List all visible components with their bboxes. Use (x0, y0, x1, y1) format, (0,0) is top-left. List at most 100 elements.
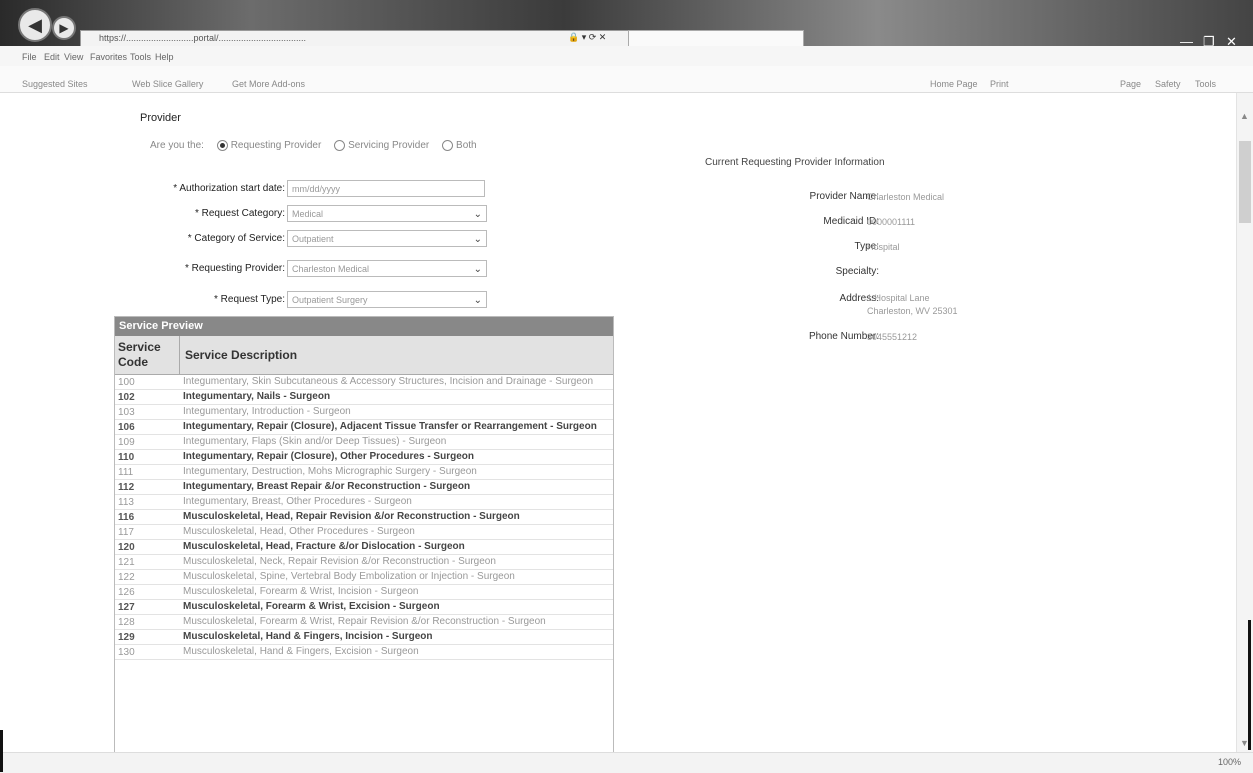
table-row[interactable]: 116 Musculoskeletal, Head, Repair Revisio… (115, 510, 613, 525)
zoom-level[interactable]: 100% (1218, 757, 1241, 767)
chevron-down-icon: ⌄ (473, 234, 482, 245)
category-of-service-value: Outpatient (292, 234, 334, 244)
request-category-label: * Request Category: (194, 208, 285, 219)
table-row[interactable]: 100 Integumentary, Skin Subcutaneous & Ac… (115, 375, 613, 390)
safety-menu[interactable]: Safety (1155, 79, 1181, 89)
favorite-link[interactable]: Web Slice Gallery (132, 79, 203, 89)
service-code-cell: 126 (118, 586, 135, 598)
service-code-cell: 121 (118, 556, 135, 568)
menu-favorites[interactable]: Favorites (90, 52, 127, 62)
radio-both[interactable] (442, 140, 454, 151)
scroll-up-icon[interactable]: ▲ (1240, 111, 1249, 121)
service-description-cell: Musculoskeletal, Forearm & Wrist, Repair… (183, 616, 546, 627)
service-description-cell: Musculoskeletal, Hand & Fingers, Incisio… (183, 631, 433, 642)
table-row[interactable]: 102 Integumentary, Nails - Surgeon (115, 390, 613, 405)
chevron-down-icon: ⌄ (473, 209, 482, 220)
service-description-cell: Integumentary, Skin Subcutaneous & Acces… (183, 376, 594, 387)
table-row[interactable]: 117 Musculoskeletal, Head, Other Procedur… (115, 525, 613, 540)
table-row[interactable]: 127 Musculoskeletal, Forearm & Wrist, Exc… (115, 600, 613, 615)
service-code-cell: 117 (118, 526, 134, 538)
radio-servicing-provider[interactable] (334, 140, 346, 151)
service-description-cell: Musculoskeletal, Forearm & Wrist, Incisi… (183, 586, 419, 597)
address-controls[interactable]: 🔒 ▾ ⟳ ✕ (568, 32, 606, 43)
table-row[interactable]: 126 Musculoskeletal, Forearm & Wrist, Inc… (115, 585, 613, 600)
service-description-cell: Musculoskeletal, Head, Repair Revision &… (183, 511, 520, 522)
menu-tools[interactable]: Tools (130, 52, 151, 62)
back-icon[interactable]: ◀ (18, 8, 52, 42)
table-row[interactable]: 103 Integumentary, Introduction - Surgeon (115, 405, 613, 420)
service-code-cell: 102 (118, 391, 135, 403)
table-row[interactable]: 121 Musculoskeletal, Neck, Repair Revisio… (115, 555, 613, 570)
start-date-input[interactable]: mm/dd/yyyy (287, 180, 485, 197)
favorite-link[interactable]: Suggested Sites (22, 79, 88, 89)
service-description-cell: Integumentary, Repair (Closure), Other P… (183, 451, 474, 462)
request-type-select[interactable]: Outpatient Surgery ⌄ (287, 291, 487, 308)
table-row[interactable]: 109 Integumentary, Flaps (Skin and/or Dee… (115, 435, 613, 450)
service-preview-header: Service Code Service Description (115, 336, 613, 375)
service-code-cell: 128 (118, 616, 135, 628)
table-row[interactable]: 129 Musculoskeletal, Hand & Fingers, Inci… (115, 630, 613, 645)
radio-requesting-provider[interactable] (216, 140, 228, 151)
provider-role-radio-group: Are you the: Requesting Provider Servici… (150, 140, 477, 151)
table-row[interactable]: 112 Integumentary, Breast Repair &/or Rec… (115, 480, 613, 495)
requesting-provider-value: Charleston Medical (292, 264, 370, 274)
table-row[interactable]: 111 Integumentary, Destruction, Mohs Micr… (115, 465, 613, 480)
service-code-cell: 122 (118, 571, 135, 583)
scrollbar-thumb[interactable] (1239, 141, 1251, 223)
service-code-cell: 116 (118, 511, 135, 523)
scan-edge-mark (1248, 620, 1251, 750)
chevron-down-icon: ⌄ (473, 264, 482, 275)
service-description-cell: Musculoskeletal, Neck, Repair Revision &… (183, 556, 496, 567)
service-description-cell: Musculoskeletal, Hand & Fingers, Excisio… (183, 646, 419, 657)
service-code-cell: 103 (118, 406, 135, 418)
menu-edit[interactable]: Edit (44, 52, 60, 62)
service-code-cell: 100 (118, 376, 135, 388)
service-code-cell: 129 (118, 631, 135, 643)
address-bar[interactable]: https://...........................porta… (80, 30, 640, 47)
category-of-service-label: * Category of Service: (187, 233, 285, 244)
service-code-cell: 127 (118, 601, 135, 613)
category-of-service-select[interactable]: Outpatient ⌄ (287, 230, 487, 247)
home-page-button[interactable]: Home Page (930, 79, 978, 89)
favorites-bar: Suggested Sites Web Slice Gallery Get Mo… (0, 66, 1253, 93)
table-row[interactable]: 128 Musculoskeletal, Forearm & Wrist, Rep… (115, 615, 613, 630)
service-description-cell: Integumentary, Destruction, Mohs Microgr… (183, 466, 477, 477)
favorite-link[interactable]: Get More Add-ons (232, 79, 305, 89)
radio-label: Requesting Provider (230, 140, 322, 152)
table-row[interactable]: 130 Musculoskeletal, Hand & Fingers, Exci… (115, 645, 613, 660)
table-row[interactable]: 110 Integumentary, Repair (Closure), Othe… (115, 450, 613, 465)
service-code-cell: 130 (118, 646, 135, 658)
menu-help[interactable]: Help (155, 52, 174, 62)
service-description-cell: Integumentary, Breast, Other Procedures … (183, 496, 412, 507)
table-row[interactable]: 122 Musculoskeletal, Spine, Vertebral Bod… (115, 570, 613, 585)
column-header-service-description: Service Description (185, 348, 298, 362)
start-date-label: * Authorization start date: (173, 183, 285, 194)
current-provider-heading: Current Requesting Provider Information (705, 157, 885, 168)
print-button[interactable]: Print (990, 79, 1009, 89)
table-row[interactable]: 113 Integumentary, Breast, Other Procedur… (115, 495, 613, 510)
address-line1: 1 Hospital Lane (867, 293, 930, 303)
status-bar: 100% (0, 752, 1253, 773)
requesting-provider-select[interactable]: Charleston Medical ⌄ (287, 260, 487, 277)
service-code-cell: 110 (118, 451, 135, 463)
service-preview-panel[interactable]: Service Preview Service Code Service Des… (114, 316, 614, 754)
table-row[interactable]: 106 Integumentary, Repair (Closure), Adja… (115, 420, 613, 435)
service-description-cell: Musculoskeletal, Spine, Vertebral Body E… (183, 571, 515, 582)
type-value: Hospital (867, 242, 900, 252)
service-code-cell: 120 (118, 541, 135, 553)
tools-menu[interactable]: Tools (1195, 79, 1216, 89)
forward-icon[interactable]: ▶ (52, 16, 76, 40)
service-code-cell: 112 (118, 481, 135, 493)
scan-edge-mark (0, 730, 3, 772)
service-description-cell: Integumentary, Flaps (Skin and/or Deep T… (183, 436, 447, 447)
table-row[interactable]: 120 Musculoskeletal, Head, Fracture &/or … (115, 540, 613, 555)
menu-file[interactable]: File (22, 52, 37, 62)
service-description-cell: Integumentary, Repair (Closure), Adjacen… (183, 421, 597, 432)
medicaid-id-value: 0000001111 (867, 217, 916, 227)
service-code-cell: 109 (118, 436, 135, 448)
page-menu[interactable]: Page (1120, 79, 1141, 89)
menu-view[interactable]: View (64, 52, 83, 62)
column-header-service-code: Service Code (118, 340, 161, 369)
service-description-cell: Integumentary, Introduction - Surgeon (183, 406, 351, 417)
request-category-select[interactable]: Medical ⌄ (287, 205, 487, 222)
